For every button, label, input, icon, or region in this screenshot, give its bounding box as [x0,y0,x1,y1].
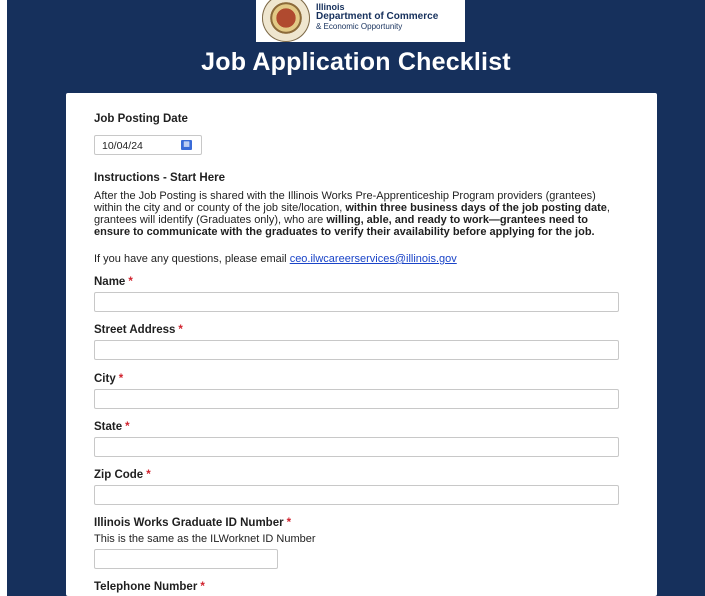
agency-logo: Illinois Department of Commerce & Econom… [256,0,465,42]
contact-text: If you have any questions, please email [94,253,290,265]
zip-code-label-text: Zip Code [94,469,144,481]
zip-code-input[interactable] [94,485,619,505]
state-seal-icon [262,0,310,42]
calendar-icon[interactable]: ▦ [181,140,192,150]
required-marker: * [118,373,124,385]
state-label: State * [94,421,130,433]
page-title: Job Application Checklist [201,48,511,76]
required-marker: * [125,421,130,433]
name-label-text: Name [94,276,126,288]
instructions-text: After the Job Posting is shared with the… [94,190,626,239]
graduate-id-input[interactable] [94,549,278,569]
instructions-bold-1: within three business days of the job po… [345,201,607,214]
name-input[interactable] [94,292,619,312]
job-posting-date-field[interactable]: 10/04/24 ▦ [94,135,202,155]
page-background: Illinois Department of Commerce & Econom… [7,0,705,596]
street-address-label: Street Address * [94,324,183,336]
telephone-label-text: Telephone Number [94,581,198,593]
state-label-text: State [94,421,123,433]
telephone-label: Telephone Number * [94,581,205,593]
contact-email-link[interactable]: ceo.ilwcareerservices@illinois.gov [290,253,457,265]
state-input[interactable] [94,437,619,457]
required-marker: * [146,469,151,481]
street-address-input[interactable] [94,340,619,360]
form-card: Job Posting Date 10/04/24 ▦ Instructions… [66,93,657,596]
city-label-text: City [94,373,116,385]
instructions-heading: Instructions - Start Here [94,172,225,184]
required-marker: * [128,276,133,288]
required-marker: * [286,517,292,529]
logo-line-3: & Economic Opportunity [316,21,403,31]
required-marker: * [178,324,183,336]
contact-line: If you have any questions, please email … [94,253,634,265]
zip-code-label: Zip Code * [94,469,151,481]
logo-text: Illinois Department of Commerce & Econom… [316,2,438,31]
city-input[interactable] [94,389,619,409]
graduate-id-label-text: Illinois Works Graduate ID Number [94,517,284,529]
graduate-id-label: Illinois Works Graduate ID Number * [94,517,291,529]
required-marker: * [200,581,205,593]
graduate-id-hint: This is the same as the ILWorknet ID Num… [94,533,316,545]
street-address-label-text: Street Address [94,324,176,336]
name-label: Name * [94,276,133,288]
city-label: City * [94,373,123,385]
job-posting-date-label: Job Posting Date [94,113,188,125]
job-posting-date-value: 10/04/24 [102,140,143,152]
